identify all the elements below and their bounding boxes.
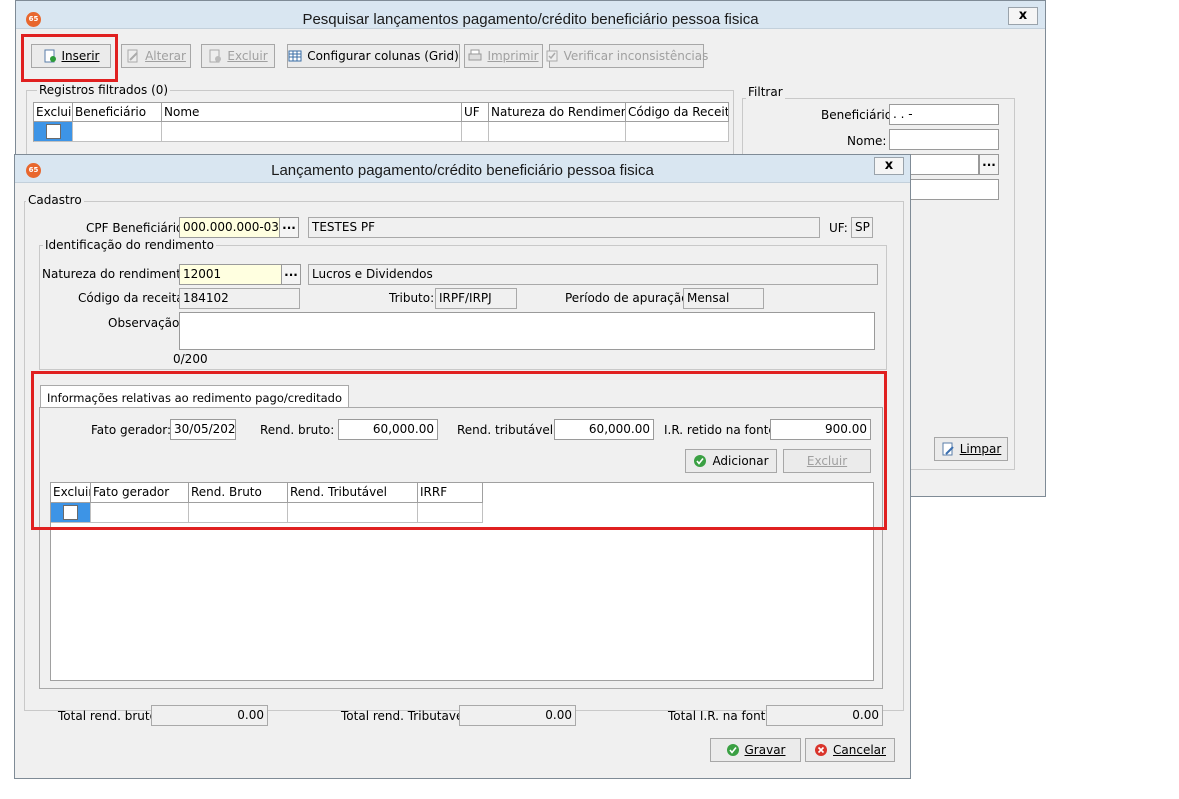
tributo-label: Tributo: [389,291,435,305]
uf-label: UF: [829,221,848,235]
clear-button-label: Limpar [959,442,1002,456]
configure-columns-label: Configurar colunas (Grid) [307,49,459,63]
records-row-cell[interactable] [162,122,462,142]
clear-button[interactable]: Limpar [934,437,1008,461]
total-bruto-field: 0.00 [151,705,268,726]
delete-button-label: Excluir [227,49,268,63]
save-button[interactable]: Gravar [710,738,801,762]
search-window-title: Pesquisar lançamentos pagamento/crédito … [302,11,759,28]
codigo-receita-label: Código da receita: [78,291,188,305]
periodo-field: Mensal [683,288,764,309]
verify-button[interactable]: Verificar inconsistências [546,44,708,68]
search-window-titlebar: 65 Pesquisar lançamentos pagamento/crédi… [16,1,1045,29]
col-header-excluir[interactable]: Excluir [33,102,73,122]
print-button-label: Imprimir [487,49,539,63]
edit-document-icon [127,49,138,63]
records-row-cell[interactable] [489,122,626,142]
grid-icon [288,50,302,62]
records-grid: Excluir Beneficiário Nome UF Natureza do… [33,102,734,162]
total-ir-field: 0.00 [766,705,883,726]
periodo-label: Período de apuração: [565,291,693,305]
alter-button[interactable]: Alterar [121,44,191,68]
col-header-uf[interactable]: UF [462,102,489,122]
cancel-circle-icon [815,744,828,756]
entry-window-titlebar: 65 Lançamento pagamento/crédito benefici… [15,155,910,183]
configure-columns-button[interactable]: Configurar colunas (Grid) [287,44,460,68]
total-bruto-label: Total rend. bruto: [58,709,161,723]
observacao-counter: 0/200 [173,352,208,366]
total-ir-label: Total I.R. na fonte: [668,709,777,723]
filter-beneficiary-input[interactable]: . . - [889,104,999,125]
cpf-label: CPF Beneficiário: [86,221,188,235]
verify-icon [546,50,558,62]
natureza-code-input[interactable]: 12001 [179,264,283,285]
observacao-label: Observação: [108,316,184,330]
records-row-cell[interactable] [626,122,729,142]
filter-group-title: Filtrar [746,85,785,99]
delete-document-icon [209,49,222,63]
col-header-beneficiario[interactable]: Beneficiário [73,102,162,122]
identification-group-title: Identificação do rendimento [43,238,216,252]
uf-field: SP [851,217,873,238]
total-tributavel-label: Total rend. Tributavel: [341,709,471,723]
codigo-receita-field: 184102 [179,288,300,309]
records-row-cell[interactable] [73,122,162,142]
observacao-textarea[interactable] [179,312,875,350]
eraser-icon [942,442,954,456]
filter-name-input[interactable] [889,129,999,150]
cpf-lookup-button[interactable]: ... [279,217,299,238]
beneficiary-name-field: TESTES PF [308,217,820,238]
records-row-cell[interactable] [462,122,489,142]
col-header-natureza[interactable]: Natureza do Rendimento [489,102,626,122]
search-window-close-button[interactable]: x [1008,7,1038,25]
total-tributavel-field: 0.00 [459,705,576,726]
insert-highlight-box [21,34,118,82]
cpf-input[interactable]: 000.000.000-03 [179,217,283,238]
verify-button-label: Verificar inconsistências [563,49,709,63]
tributo-field: IRPF/IRPJ [435,288,517,309]
filter-lookup-button[interactable]: ... [979,154,999,175]
rendimento-highlight-box [31,371,887,530]
save-button-label: Gravar [744,743,786,757]
entry-window-close-button[interactable]: x [874,157,904,175]
cadastro-group-title: Cadastro [26,193,84,207]
natureza-description-field: Lucros e Dividendos [308,264,878,285]
filter-name-label: Nome: [847,134,887,148]
entry-window-title: Lançamento pagamento/crédito beneficiári… [271,162,654,179]
alter-button-label: Alterar [145,49,186,63]
cancel-button-label: Cancelar [833,743,886,757]
records-row-checkbox[interactable] [46,124,61,139]
check-circle-icon [726,744,739,756]
natureza-lookup-button[interactable]: ... [281,264,301,285]
cancel-button[interactable]: Cancelar [805,738,895,762]
natureza-label: Natureza do rendimento: [42,267,193,281]
records-row-excluir-cell[interactable] [33,122,73,142]
printer-icon [468,49,482,61]
col-header-nome[interactable]: Nome [162,102,462,122]
col-header-codigo-receita[interactable]: Código da Receita [626,102,729,122]
print-button[interactable]: Imprimir [464,44,543,68]
delete-button[interactable]: Excluir [201,44,275,68]
filter-beneficiary-label: Beneficiário: [821,108,897,122]
records-group-title: Registros filtrados (0) [37,83,171,97]
